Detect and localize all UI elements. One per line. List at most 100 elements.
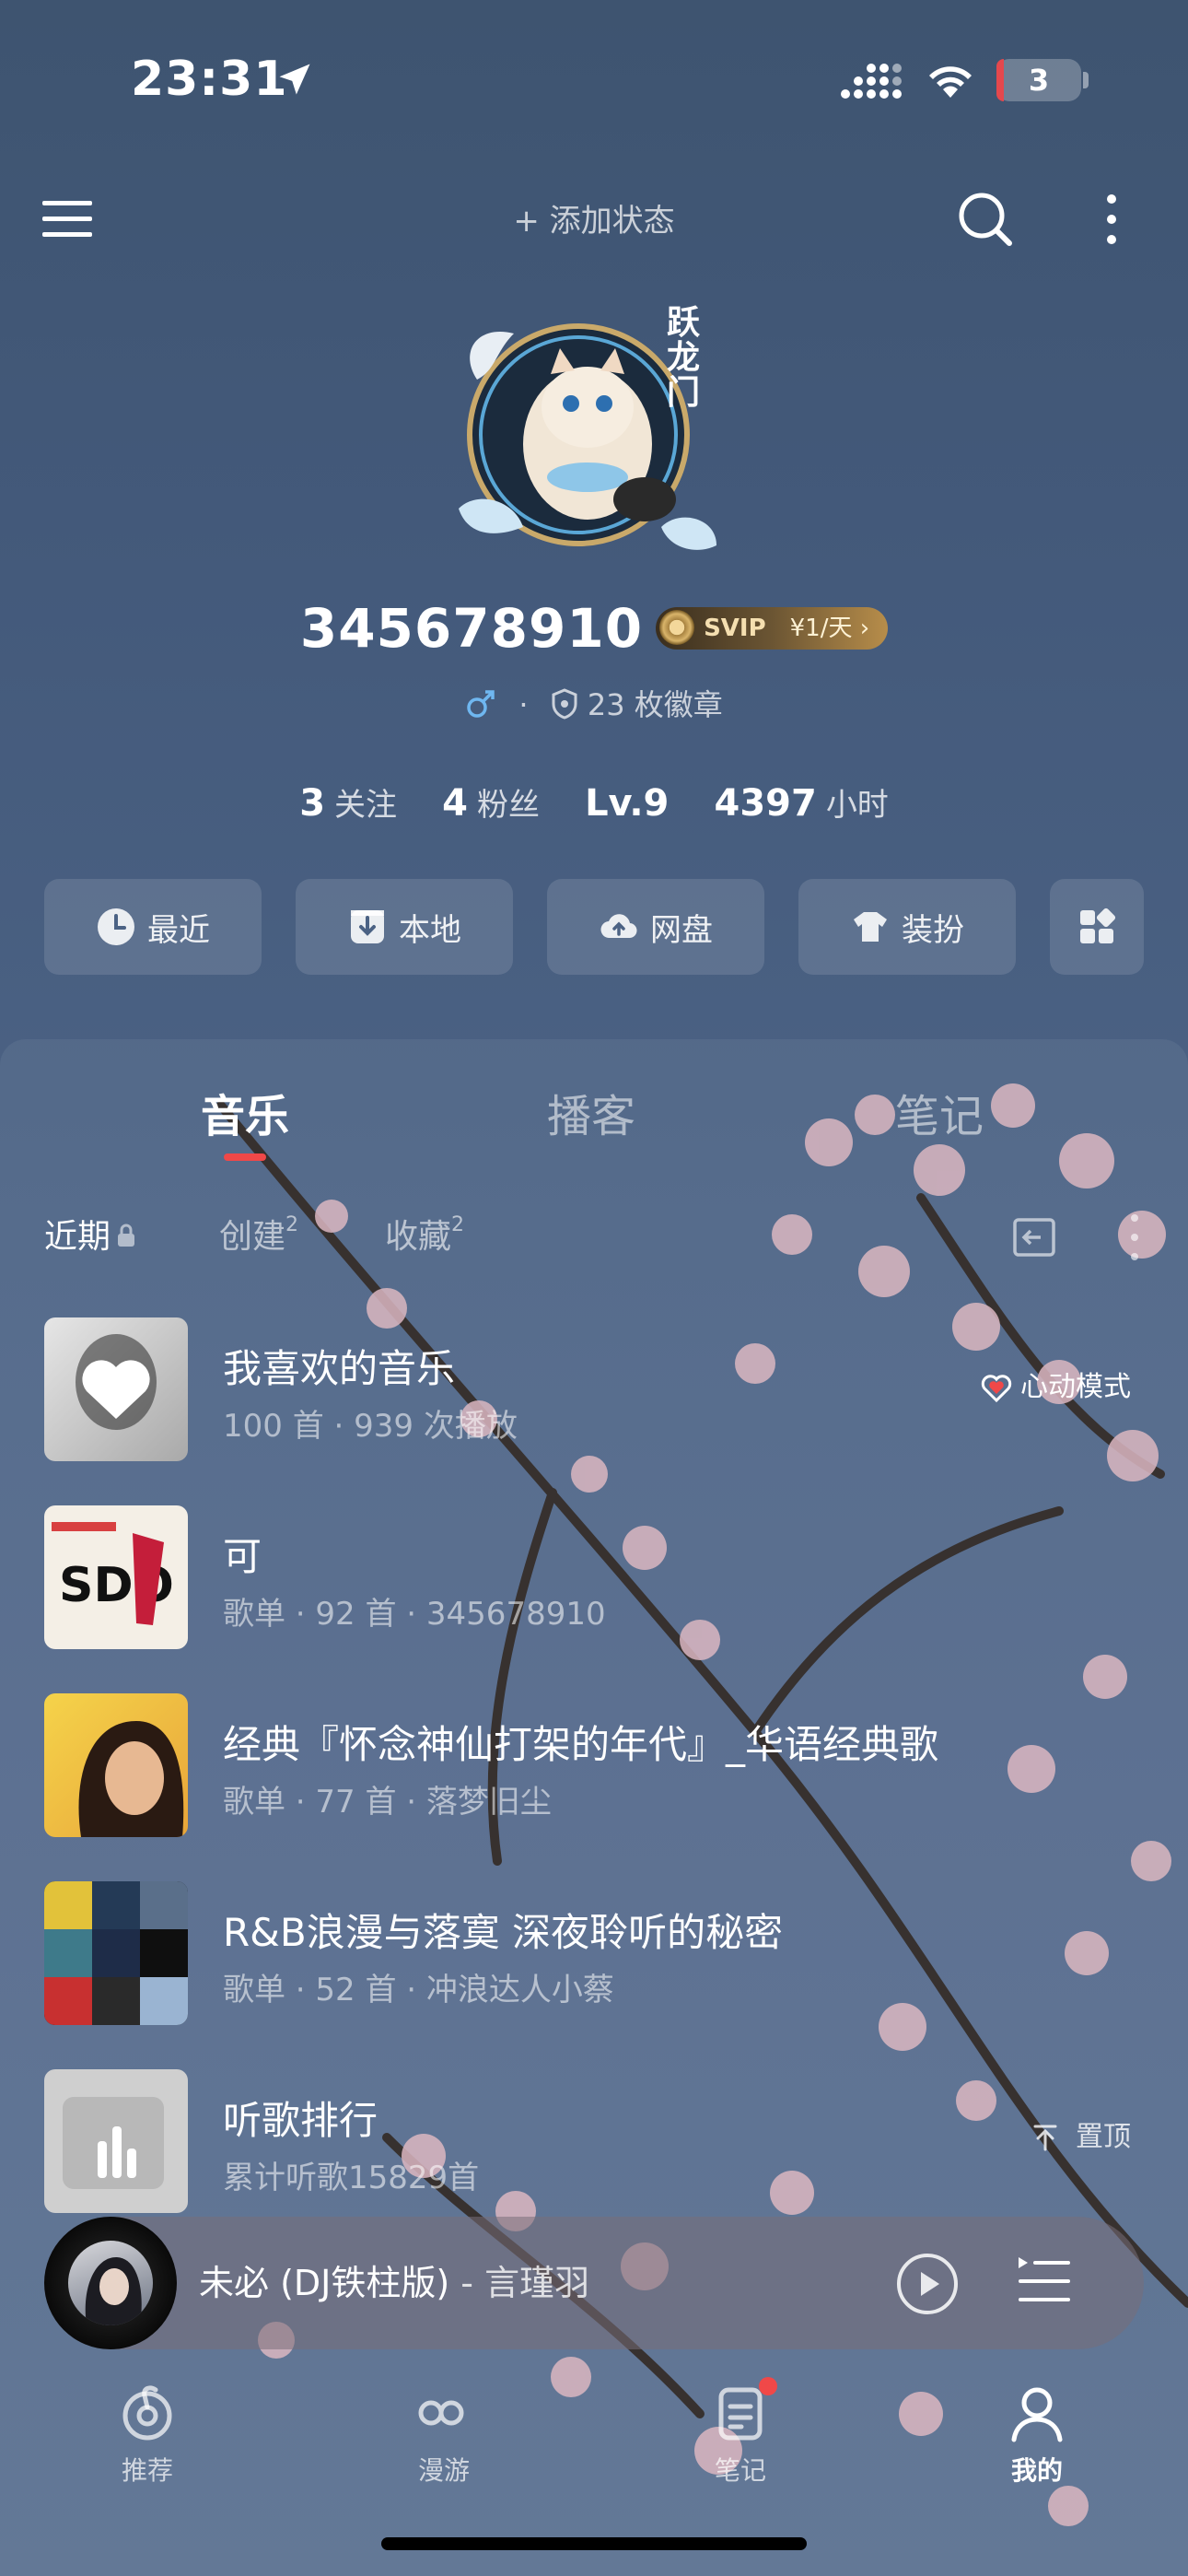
stat-level[interactable]: Lv.9 (585, 776, 669, 838)
heart-cover-icon (76, 1334, 157, 1430)
local-label: 本地 (399, 911, 461, 949)
vip-coin-icon (659, 609, 695, 645)
ranking-chart-icon (63, 2097, 164, 2189)
recent-label: 最近 (147, 911, 210, 949)
dress-up-label: 装扮 (902, 911, 964, 949)
quick-actions: 最近 本地 网盘 装扮 (44, 879, 1144, 975)
playlist-filter-tabs: 近期 创建2 收藏2 (44, 1207, 1149, 1268)
playlist-title: 可 (223, 1534, 262, 1579)
location-arrow-icon (279, 64, 310, 95)
album-disc[interactable] (44, 2217, 177, 2349)
local-button[interactable]: 本地 (296, 879, 513, 975)
content-tabs: 音乐 播客 笔记 (0, 1080, 1188, 1153)
stat-num: Lv.9 (585, 782, 670, 825)
more-apps-button[interactable] (1050, 879, 1144, 975)
tab-label: 漫游 (417, 2455, 470, 2486)
playlist-cover (44, 2069, 188, 2213)
stat-label: 关注 (334, 787, 398, 824)
tab-recommend[interactable]: 推荐 (55, 2370, 239, 2517)
more-vertical-icon[interactable] (1098, 190, 1125, 249)
stat-num: 4 (442, 782, 468, 825)
playlist-cover (44, 1693, 188, 1837)
search-icon[interactable] (956, 190, 1015, 249)
tab-notes[interactable]: 笔记 (820, 1080, 1059, 1153)
subtab-recent[interactable]: 近期 (44, 1207, 136, 1268)
menu-icon[interactable] (41, 192, 96, 247)
playlist-title: 听歌排行 (223, 2098, 379, 2143)
playlist-item[interactable]: 经典『怀念神仙打架的年代』_华语经典歌 歌单 · 77 首 · 落梦旧尘 (44, 1693, 1149, 1837)
avatar-frame-text: 跃龙门 (667, 304, 701, 412)
badges-link[interactable]: 23 枚徽章 (551, 687, 723, 722)
subtab-created-label: 创建 (219, 1218, 286, 1256)
badges-count: 23 枚徽章 (587, 687, 723, 722)
stat-following[interactable]: 3 关注 (299, 776, 397, 838)
pin-top-label: 置顶 (1076, 2121, 1131, 2153)
playlist-title: 经典『怀念神仙打架的年代』_华语经典歌 (223, 1722, 939, 1767)
vip-price: ¥1/天 › (789, 615, 870, 642)
tab-label: 推荐 (121, 2455, 173, 2486)
pin-top-icon (1033, 2125, 1057, 2151)
add-status-button[interactable]: + 添加状态 (414, 195, 774, 247)
playlist-item-liked[interactable]: 我喜欢的音乐 100 首 · 939 次播放 心动模式 (44, 1317, 1149, 1461)
home-indicator (381, 2537, 807, 2550)
netease-logo-icon (122, 2385, 172, 2441)
user-icon (1011, 2387, 1063, 2442)
heartbeat-mode-label: 心动模式 (1020, 1371, 1131, 1403)
album-cover-icon: SDO (52, 1522, 174, 1625)
album-art (68, 2241, 153, 2325)
mini-player[interactable]: 未必 (DJ铁柱版) - 言瑾羽 (44, 2217, 1144, 2349)
playlist-subtitle: 歌单 · 92 首 · 345678910 (223, 1596, 606, 1633)
subtab-collected[interactable]: 收藏2 (385, 1207, 464, 1268)
playlist-title: 我喜欢的音乐 (223, 1346, 456, 1391)
now-playing-title: 未必 (DJ铁柱版) (199, 2263, 450, 2303)
notification-dot (759, 2377, 777, 2395)
subtab-created[interactable]: 创建2 (219, 1207, 298, 1268)
playlist-subtitle: 累计听歌15829首 (223, 2160, 480, 2196)
stat-listen-hours[interactable]: 4397 小时 (714, 776, 888, 838)
playlist-cover (44, 1317, 188, 1461)
wifi-icon (929, 66, 972, 98)
playlist-cover (44, 1881, 188, 2025)
now-playing-artist: - 言瑾羽 (449, 2263, 590, 2303)
profile-meta-row: · 23 枚徽章 (0, 682, 1188, 728)
playlist-subtitle: 歌单 · 77 首 · 落梦旧尘 (223, 1784, 552, 1821)
tab-roam[interactable]: 漫游 (352, 2370, 536, 2517)
more-vertical-icon[interactable] (1125, 1209, 1144, 1266)
subtab-created-count: 2 (285, 1213, 299, 1236)
playlist-item[interactable]: R&B浪漫与落寞 深夜聆听的秘密 歌单 · 52 首 · 冲浪达人小蔡 (44, 1881, 1149, 2025)
playlist-subtitle: 100 首 · 939 次播放 (223, 1408, 518, 1445)
vip-badge[interactable]: SVIP ¥1/天 › (656, 607, 889, 650)
playlist-queue-icon[interactable] (1015, 2252, 1074, 2311)
tab-notes[interactable]: 笔记 (648, 2370, 833, 2517)
battery-percent: 3 (1028, 63, 1050, 98)
stat-followers[interactable]: 4 粉丝 (442, 776, 540, 838)
playlist-cover: SDO (44, 1505, 188, 1649)
cellular-signal-icon (841, 64, 902, 99)
badge-icon (552, 688, 577, 720)
clock-icon (98, 908, 134, 945)
stat-num: 3 (299, 782, 326, 825)
bottom-tab-bar: 推荐 漫游 笔记 我的 (0, 2370, 1188, 2517)
pin-top-button[interactable]: 置顶 (1031, 2115, 1131, 2160)
avatar[interactable]: 跃龙门 (440, 297, 744, 573)
dress-up-button[interactable]: 装扮 (798, 879, 1016, 975)
playlist-item[interactable]: SDO 可 歌单 · 92 首 · 345678910 (44, 1505, 1149, 1649)
heart-icon (981, 1375, 1012, 1403)
play-icon[interactable] (895, 2252, 960, 2316)
tab-music[interactable]: 音乐 (125, 1080, 365, 1153)
infinity-icon (418, 2400, 464, 2426)
cloud-drive-button[interactable]: 网盘 (547, 879, 764, 975)
lock-icon (118, 1224, 135, 1247)
playlist-item-ranking[interactable]: 听歌排行 累计听歌15829首 置顶 (44, 2069, 1149, 2213)
subtab-recent-label: 近期 (44, 1218, 111, 1256)
heartbeat-mode-button[interactable]: 心动模式 (980, 1365, 1131, 1410)
username[interactable]: 345678910 (300, 597, 643, 660)
tab-podcast[interactable]: 播客 (472, 1080, 711, 1153)
username-row: 345678910 SVIP ¥1/天 › (0, 597, 1188, 671)
stat-label: 粉丝 (476, 787, 540, 824)
import-playlist-icon[interactable] (1009, 1214, 1059, 1260)
tab-mine[interactable]: 我的 (945, 2370, 1129, 2517)
recent-button[interactable]: 最近 (44, 879, 262, 975)
tab-label: 我的 (1010, 2455, 1063, 2486)
male-gender-icon (467, 690, 495, 718)
